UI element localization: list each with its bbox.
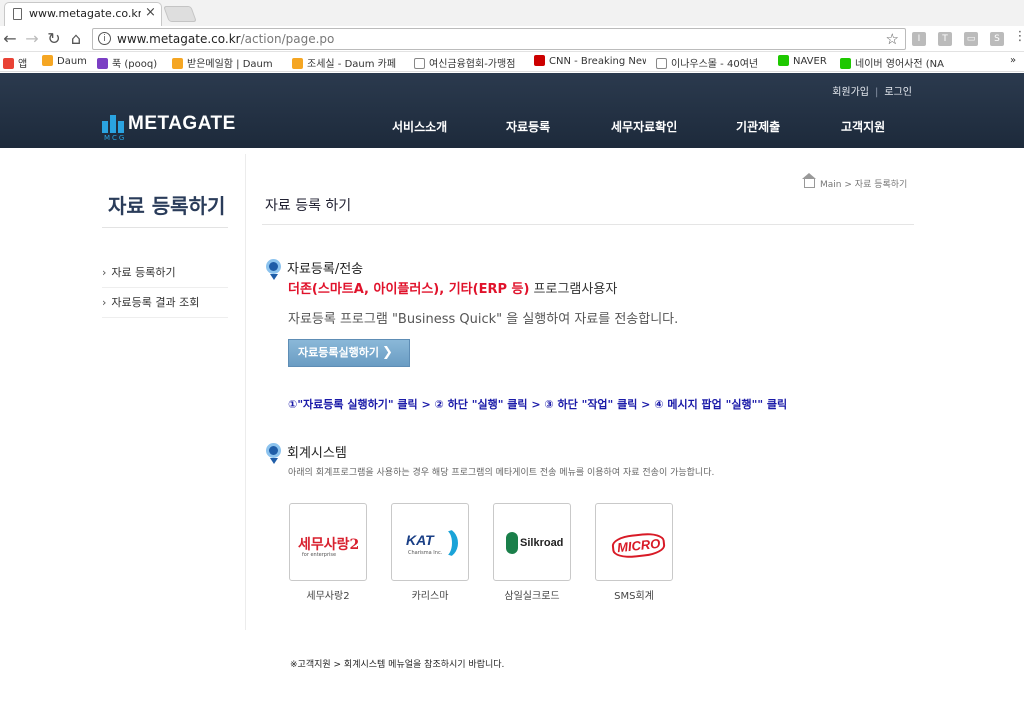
url-text: www.metagate.co.kr/action/page.po [117,32,335,46]
location-pin-icon [266,259,281,280]
cnn-icon [534,55,545,66]
nav-customer-support[interactable]: 고객지원 [841,118,885,135]
document-icon [656,58,667,69]
apps-icon [3,58,14,69]
bookmark-item[interactable]: 이나우스몰 - 40여년 [656,55,768,70]
breadcrumb-home[interactable]: Main [820,180,842,190]
site-header: 회원가입 | 로그인 METAGATE MCG 서비스소개 자료등록 세무자료확인 … [0,73,1024,148]
dictionary-icon [840,58,851,69]
naver-icon [778,55,789,66]
sidebar-item-result[interactable]: › 자료등록 결과 조회 [102,288,228,318]
logo-text: METAGATE [128,113,236,134]
daum-icon [292,58,303,69]
target-users-text: 더존(스마트A, 아이플러스), 기타(ERP 등) 프로그램사용자 [288,282,618,297]
extension-icon[interactable]: T [938,32,952,46]
kat-logo-sub: Charisma Inc. [408,550,443,556]
kat-logo: KAT [406,532,434,548]
program-card-silkroad[interactable]: Silkroad [493,503,571,581]
bookmark-star-icon[interactable]: ☆ [886,30,899,48]
browser-tabstrip: www.metagate.co.kr/act × [0,0,1024,26]
address-bar[interactable]: i www.metagate.co.kr/action/page.po ☆ [92,28,906,50]
program-card-charisma[interactable]: KAT Charisma Inc. [391,503,469,581]
extension-icon[interactable]: S [990,32,1004,46]
bookmark-item[interactable]: 조세실 - Daum 카페 [292,55,406,70]
extension-icon[interactable]: I [912,32,926,46]
divider [102,227,228,228]
more-bookmarks-icon[interactable]: » [1010,55,1016,66]
sidebar-title: 자료 등록하기 [108,194,226,218]
breadcrumb-current: 자료 등록하기 [854,180,908,190]
program-label[interactable]: 세무사랑2 [289,587,367,602]
bookmark-item[interactable]: 여신금융협회-가맹점 [414,55,526,70]
nav-data-registration[interactable]: 자료등록 [506,118,550,135]
home-icon[interactable]: ⌂ [66,29,86,48]
mail-icon [172,58,183,69]
footnote: ※고객지원 > 회계시스템 메뉴얼을 참조하시기 바랍니다. [290,660,505,670]
logo-subtext: MCG [104,134,127,142]
nav-tax-data-check[interactable]: 세무자료확인 [611,118,677,135]
nav-agency-submission[interactable]: 기관제출 [736,118,780,135]
daum-icon [42,55,53,66]
bookmark-item[interactable]: NAVER [778,55,827,67]
accounting-description: 아래의 회계프로그램을 사용하는 경우 해당 프로그램의 메타게이트 전송 메뉴… [288,468,715,478]
bookmarks-bar: 앱 Daum 푹 (pooq) 받은메일함 | Daum 조세실 - Daum … [0,52,1024,72]
home-icon [802,173,816,188]
join-link[interactable]: 회원가입 [832,87,869,98]
micro-logo: MICRO [610,531,667,560]
chevron-right-icon: › [102,266,107,279]
reload-icon[interactable]: ↻ [44,29,64,48]
chevron-right-icon: › [102,296,107,309]
new-tab-button[interactable] [163,6,197,22]
document-icon [414,58,425,69]
back-icon[interactable]: ← [0,29,20,48]
login-link[interactable]: 로그인 [884,87,912,98]
bookmark-item[interactable]: 받은메일함 | Daum [172,55,284,70]
section-title-register: 자료등록/전송 [287,262,364,277]
tab-title: www.metagate.co.kr/act [29,7,141,20]
divider [262,224,914,225]
forward-icon[interactable]: → [22,29,42,48]
pooq-icon [97,58,108,69]
menu-icon[interactable]: ⋮ [1010,29,1024,44]
bookmark-item[interactable]: Daum [42,55,87,67]
location-pin-icon [266,443,281,464]
bookmark-item[interactable]: CNN - Breaking New [534,55,646,67]
silkroad-logo: Silkroad [520,537,564,549]
browser-toolbar: ← → ↻ ⌂ i www.metagate.co.kr/action/page… [0,26,1024,52]
silkroad-mark-icon [506,532,518,554]
breadcrumb: Main > 자료 등록하기 [802,173,908,190]
program-label[interactable]: SMS회계 [595,587,673,602]
logo-mark-icon [102,115,124,133]
semusarang-logo: 세무사랑2 [298,537,360,553]
bookmark-item[interactable]: 앱 [3,55,27,70]
nav-service-intro[interactable]: 서비스소개 [392,118,447,135]
top-links: 회원가입 | 로그인 [832,87,912,98]
sidebar-item-label: 자료 등록하기 [111,266,176,279]
description-text: 자료등록 프로그램 "Business Quick" 을 실행하여 자료를 전송… [288,312,679,327]
section-title-accounting: 회계시스템 [287,446,347,461]
run-registration-button[interactable]: 자료등록실행하기 ❯ [288,339,410,367]
program-card-semusarang[interactable]: 세무사랑2 for enterprise [289,503,367,581]
semusarang-logo-sub: for enterprise [302,552,337,558]
instruction-steps: ①"자료등록 실행하기" 클릭 > ② 하단 "실행" 클릭 > ③ 하단 "작… [288,398,788,411]
chevron-right-icon: ❯ [381,345,393,360]
info-icon[interactable]: i [98,32,111,45]
document-icon [13,8,22,20]
program-card-sms[interactable]: MICRO [595,503,673,581]
program-label[interactable]: 삼일실크로드 [493,587,571,602]
divider [245,154,246,630]
extension-icon[interactable]: ▭ [964,32,978,46]
program-label[interactable]: 카리스마 [391,587,469,602]
sidebar-item-label: 자료등록 결과 조회 [111,296,200,309]
bookmark-item[interactable]: 네이버 영어사전 (NA [840,55,952,70]
browser-tab[interactable]: www.metagate.co.kr/act × [4,2,162,26]
sidebar-item-register[interactable]: › 자료 등록하기 [102,258,228,288]
page-title: 자료 등록 하기 [265,198,352,214]
close-tab-icon[interactable]: × [145,5,156,20]
bookmark-item[interactable]: 푹 (pooq) [97,55,157,70]
